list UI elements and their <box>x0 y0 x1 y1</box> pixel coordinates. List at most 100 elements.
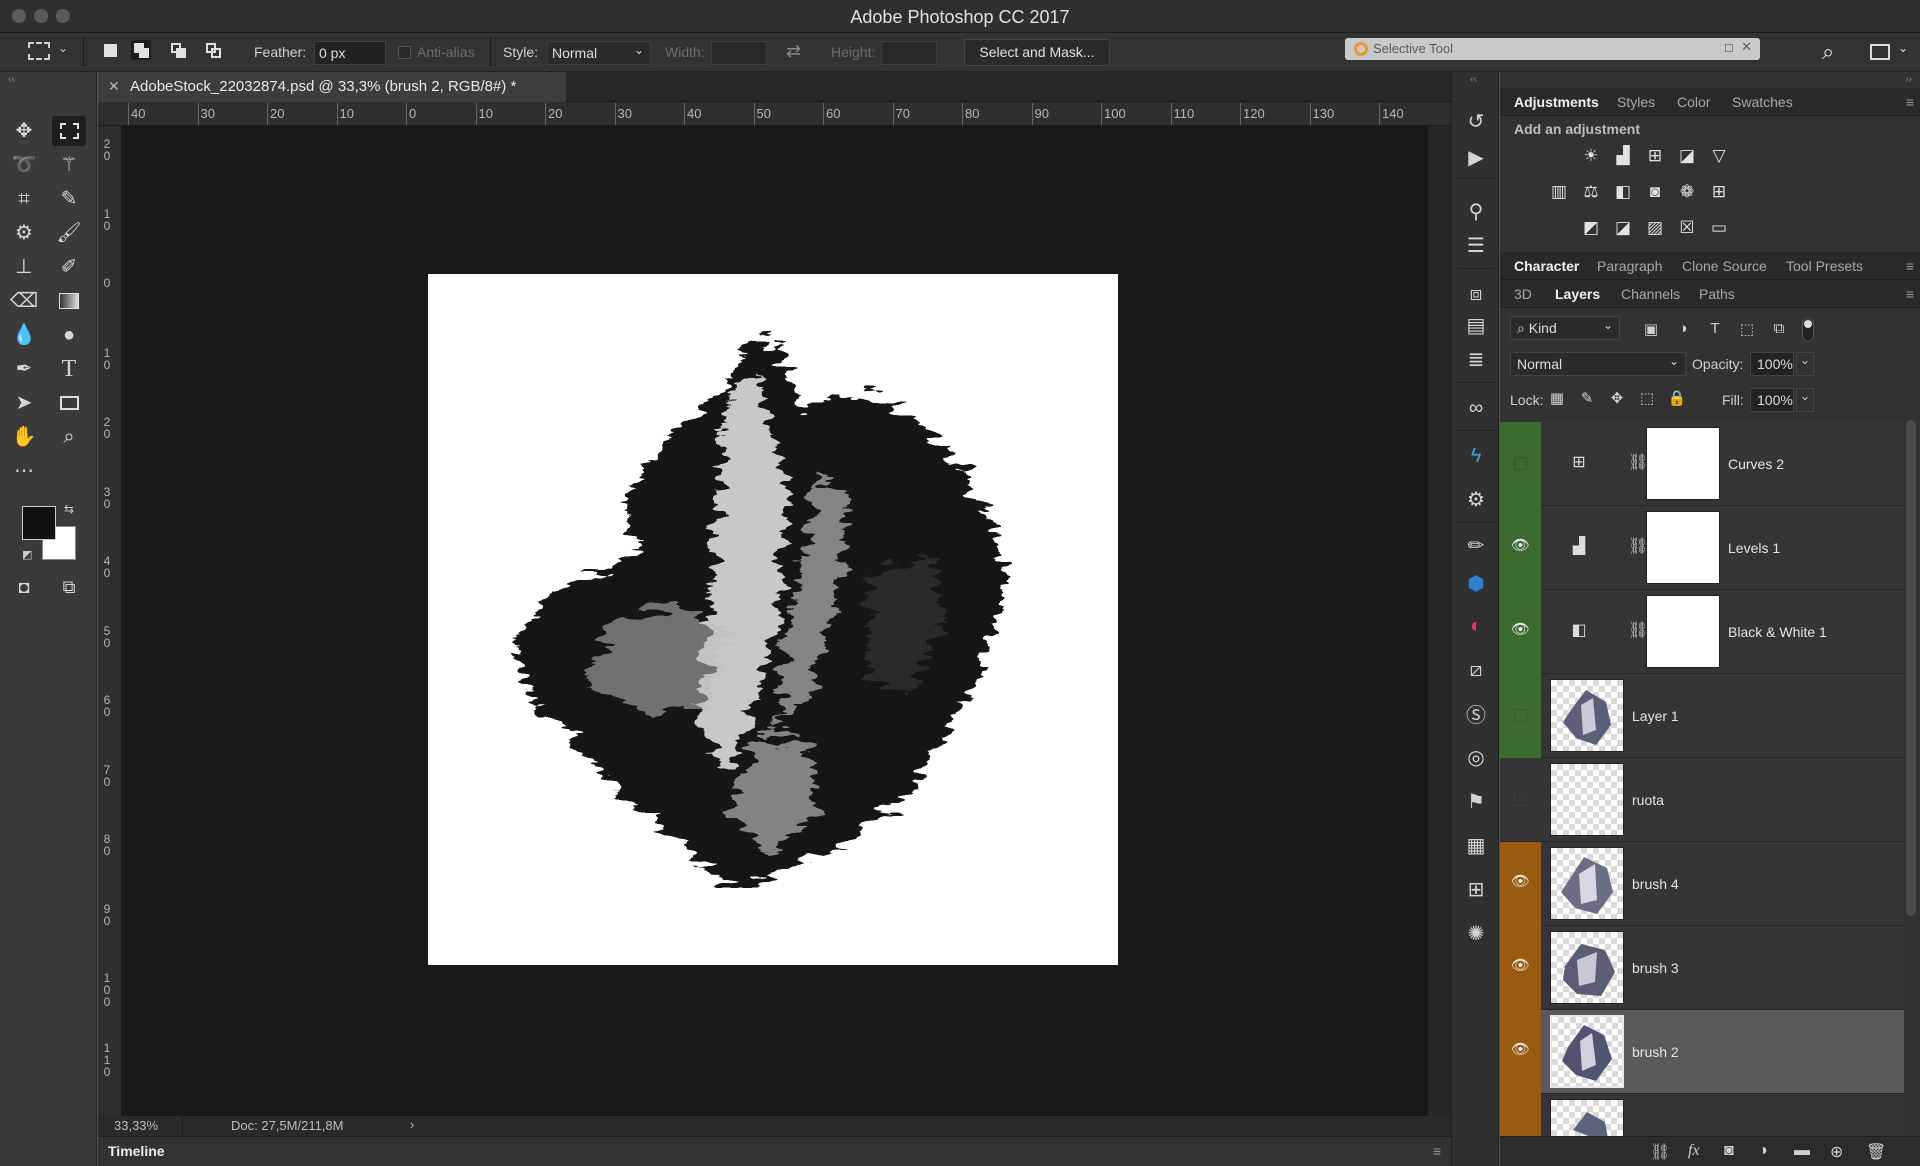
portrait-icon[interactable]: ◐ <box>1462 612 1490 640</box>
layer-row-brush-3[interactable]: 👁 brush 3 <box>1500 926 1904 1010</box>
opacity-input[interactable]: 100% <box>1750 352 1794 376</box>
fill-dropdown-icon[interactable]: ⌄ <box>1796 388 1814 412</box>
expand-icon[interactable]: ›› <box>1905 74 1912 85</box>
fx-icon[interactable]: fx <box>1688 1142 1700 1160</box>
pen-tool-icon[interactable]: ✒ <box>7 354 41 384</box>
cube-icon[interactable]: ⬢ <box>1462 570 1490 598</box>
layer-mask-thumbnail[interactable] <box>1646 595 1720 668</box>
tab-channels[interactable]: Channels <box>1621 286 1680 302</box>
document-tab[interactable]: ✕ AdobeStock_22032874.psd @ 33,3% (brush… <box>98 72 566 102</box>
collapse-icon[interactable]: ‹‹ <box>1470 74 1477 85</box>
add-mask-icon[interactable]: ◙ <box>1724 1142 1734 1160</box>
crop-tool-icon[interactable]: ⌗ <box>7 184 41 214</box>
tab-styles[interactable]: Styles <box>1617 94 1655 110</box>
path-selection-tool-icon[interactable]: ➤ <box>7 388 41 418</box>
expand-icon[interactable]: ◻ <box>1724 40 1734 54</box>
layer-thumbnail[interactable] <box>1550 1099 1624 1136</box>
brightness-contrast-icon[interactable]: ☀ <box>1578 144 1604 168</box>
zoom-level[interactable]: 33,33% <box>114 1118 158 1133</box>
layer-thumbnail[interactable] <box>1550 679 1624 752</box>
vibrance-icon[interactable]: ▽ <box>1706 144 1732 168</box>
layer-comps-icon[interactable]: ⧄ <box>1462 656 1490 684</box>
eyedropper-tool-icon[interactable]: ✎ <box>52 184 86 214</box>
swap-width-height-icon[interactable]: ⇄ <box>786 41 801 62</box>
target-icon[interactable]: ◎ <box>1462 744 1490 772</box>
eye-icon[interactable]: 👁 <box>1500 956 1541 974</box>
photo-filter-icon[interactable]: ◙ <box>1642 180 1668 204</box>
anti-alias-checkbox[interactable] <box>398 46 411 59</box>
fill-input[interactable]: 100% <box>1750 388 1794 412</box>
creative-cloud-icon[interactable]: ∞ <box>1462 394 1490 422</box>
eye-icon[interactable]: 👁 <box>1500 536 1541 554</box>
layer-thumbnail[interactable] <box>1550 763 1624 836</box>
style-dropdown[interactable]: Normal ⌄ <box>547 41 651 65</box>
document-canvas[interactable] <box>428 274 1118 965</box>
default-colors-icon[interactable]: ◩ <box>22 548 32 561</box>
properties-icon[interactable]: ☰ <box>1462 232 1490 260</box>
clone-stamp-tool-icon[interactable]: ⊥ <box>7 252 41 282</box>
tab-3d[interactable]: 3D <box>1514 286 1532 302</box>
curves-icon[interactable]: ⊞ <box>1642 144 1668 168</box>
width-input[interactable] <box>711 41 767 65</box>
tab-layers[interactable]: Layers <box>1555 286 1600 302</box>
brush-settings-icon[interactable]: ✏ <box>1462 532 1490 560</box>
visibility-toggle[interactable] <box>1514 793 1527 806</box>
layer-row-brush-4[interactable]: 👁 brush 4 <box>1500 842 1904 926</box>
tab-adjustments[interactable]: Adjustments <box>1514 94 1599 110</box>
new-group-icon[interactable]: ▬ <box>1794 1142 1810 1160</box>
timeline-tab[interactable]: Timeline <box>108 1143 165 1159</box>
lasso-tool-icon[interactable]: ➰ <box>7 150 41 180</box>
filter-shape-icon[interactable]: ⬚ <box>1736 320 1758 340</box>
color-lookup-icon[interactable]: ⊞ <box>1706 180 1732 204</box>
panel-menu-icon[interactable]: ≡ <box>1906 94 1914 110</box>
select-and-mask-button[interactable]: Select and Mask... <box>964 39 1110 66</box>
link-layers-icon[interactable]: ⛓ <box>1650 1142 1670 1162</box>
canvas-vertical-scrollbar[interactable] <box>1428 126 1451 1116</box>
levels-icon[interactable]: ▟ <box>1610 144 1636 168</box>
panel-menu-icon[interactable]: ≡ <box>1433 1143 1441 1159</box>
chevron-right-icon[interactable]: › <box>410 1117 414 1132</box>
grid-tiles-icon[interactable]: ▦ <box>1462 832 1490 860</box>
magic-wand-tool-icon[interactable]: ⚚ <box>52 150 86 180</box>
tab-tool-presets[interactable]: Tool Presets <box>1786 258 1863 274</box>
color-balance-icon[interactable]: ⚖ <box>1578 180 1604 204</box>
chevron-down-icon[interactable]: ⌄ <box>1898 41 1908 55</box>
blend-mode-dropdown[interactable]: Normal ⌄ <box>1510 352 1686 376</box>
layer-row-ruota[interactable]: ruota <box>1500 758 1904 842</box>
layer-row-levels-1[interactable]: 👁 ▟ ⛓ Levels 1 <box>1500 506 1904 590</box>
hue-saturation-icon[interactable]: ▥ <box>1546 180 1572 204</box>
visibility-toggle[interactable] <box>1514 457 1527 470</box>
visibility-toggle[interactable] <box>1514 709 1527 722</box>
gradient-tool-icon[interactable] <box>52 286 86 316</box>
notes-icon[interactable]: ▤ <box>1462 312 1490 340</box>
layer-row-partial[interactable] <box>1500 1094 1904 1136</box>
tab-color[interactable]: Color <box>1677 94 1710 110</box>
lock-all-icon[interactable]: 🔒 <box>1666 389 1688 409</box>
layer-thumbnail[interactable] <box>1550 1015 1624 1088</box>
quick-mask-icon[interactable]: ◘ <box>7 572 41 602</box>
layer-row-layer-1[interactable]: Layer 1 <box>1500 674 1904 758</box>
screen-mode-icon[interactable]: ⧉ <box>52 572 86 602</box>
eraser-tool-icon[interactable]: ⌫ <box>7 286 41 316</box>
lock-transparent-pixels-icon[interactable]: ▦ <box>1546 389 1568 409</box>
layer-mask-thumbnail[interactable] <box>1646 511 1720 584</box>
tab-paragraph[interactable]: Paragraph <box>1597 258 1662 274</box>
hand-tool-icon[interactable]: ✋ <box>7 422 41 452</box>
swap-colors-icon[interactable]: ⇆ <box>64 502 74 516</box>
blur-tool-icon[interactable]: 💧 <box>7 320 41 350</box>
flag-icon[interactable]: ⚑ <box>1462 788 1490 816</box>
brush-tool-icon[interactable]: 🖌 <box>52 218 86 248</box>
threshold-icon[interactable]: ▨ <box>1642 216 1668 240</box>
layer-row-black-white-1[interactable]: 👁 ◧ ⛓ Black & White 1 <box>1500 590 1904 674</box>
filter-adjustment-icon[interactable]: ◑ <box>1672 320 1694 340</box>
trash-icon[interactable]: 🗑 <box>1866 1142 1886 1162</box>
dodge-tool-icon[interactable]: ● <box>52 320 86 350</box>
selective-tool-panel[interactable]: Selective Tool ◻ ✕ <box>1345 38 1760 60</box>
eye-icon[interactable]: 👁 <box>1500 620 1541 638</box>
lock-artboard-icon[interactable]: ⬚ <box>1636 389 1658 409</box>
search-icon[interactable]: ⌕ <box>1822 39 1834 65</box>
more-tools-icon[interactable]: ⋯ <box>7 456 41 486</box>
lock-image-pixels-icon[interactable]: ✎ <box>1576 389 1598 409</box>
layer-mask-thumbnail[interactable] <box>1646 427 1720 500</box>
filter-pixel-icon[interactable]: ▣ <box>1640 320 1662 340</box>
